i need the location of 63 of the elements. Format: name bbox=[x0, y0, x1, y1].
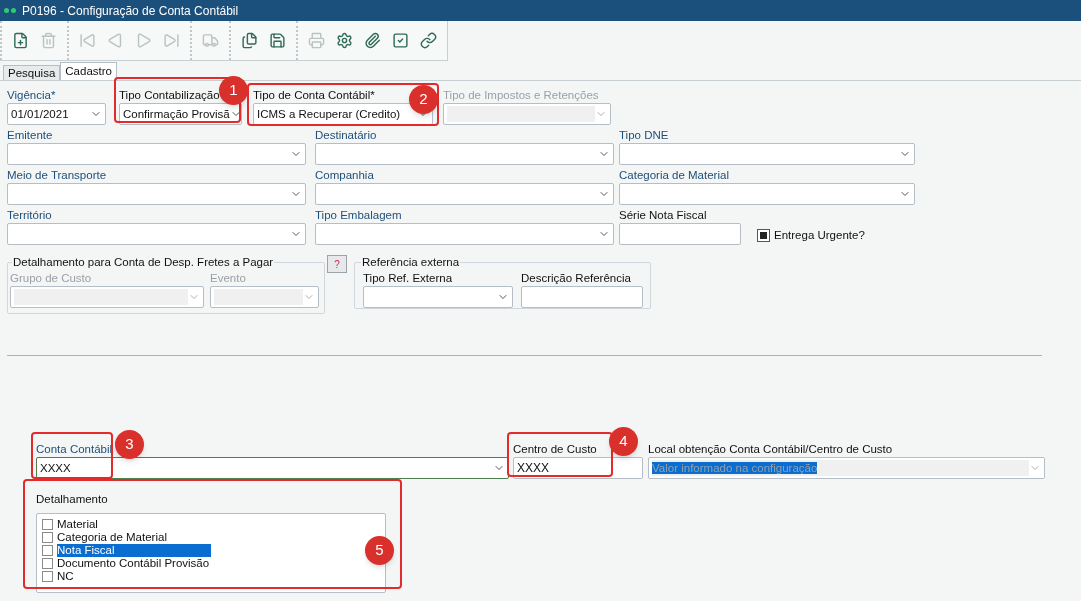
field-label: Meio de Transporte bbox=[7, 168, 107, 183]
checkbox-button[interactable] bbox=[391, 31, 410, 50]
checkbox[interactable] bbox=[42, 532, 53, 544]
field-label: Tipo Contabilização bbox=[119, 88, 220, 103]
step-badge: 4 bbox=[609, 427, 638, 456]
field-label: Evento bbox=[210, 271, 246, 287]
dropdown[interactable]: 01/01/2021 bbox=[7, 103, 106, 125]
field-label: Território bbox=[7, 208, 52, 223]
settings-button[interactable] bbox=[335, 31, 354, 50]
dropdown[interactable] bbox=[7, 223, 306, 245]
dropdown[interactable] bbox=[363, 286, 513, 309]
new-file-button[interactable] bbox=[11, 31, 30, 50]
group-title: Referência externa bbox=[361, 255, 461, 270]
field-label: Grupo de Custo bbox=[10, 271, 92, 287]
field-label: Tipo de Conta Contábil* bbox=[253, 88, 375, 103]
list-item[interactable]: Material bbox=[42, 518, 98, 532]
checkbox[interactable] bbox=[42, 571, 53, 583]
checkbox-label: Entrega Urgente? bbox=[774, 227, 865, 243]
checkbox[interactable] bbox=[757, 229, 770, 242]
field-label: Local obtenção Conta Contábil/Centro de Custo bbox=[648, 442, 893, 457]
field-label: Categoria de Material bbox=[619, 168, 729, 183]
dropdown[interactable] bbox=[7, 183, 306, 205]
field-label: Companhia bbox=[315, 168, 374, 183]
field-label: Destinatário bbox=[315, 128, 377, 143]
tab[interactable]: Cadastro bbox=[60, 62, 117, 80]
checkbox[interactable] bbox=[42, 519, 53, 531]
save-button[interactable] bbox=[268, 31, 287, 50]
list-item[interactable]: Categoria de Material bbox=[42, 531, 167, 545]
input-field[interactable] bbox=[619, 223, 741, 245]
group-title: Detalhamento para Conta de Desp. Fretes a Pagar bbox=[12, 255, 275, 270]
paperclip-button[interactable] bbox=[363, 31, 382, 50]
field-label: Tipo Ref. Externa bbox=[363, 271, 453, 287]
field-label: Centro de Custo bbox=[513, 442, 597, 457]
field-label: Conta Contábil bbox=[36, 442, 113, 457]
link-button[interactable] bbox=[419, 31, 438, 50]
help-button[interactable]: ? bbox=[327, 255, 347, 273]
list-item[interactable]: Documento Contábil Provisão bbox=[42, 557, 210, 571]
dropdown[interactable] bbox=[619, 183, 915, 205]
step-badge: 1 bbox=[219, 76, 248, 105]
field-label: Série Nota Fiscal bbox=[619, 208, 707, 223]
dropdown[interactable]: ICMS a Recuperar (Credito) bbox=[253, 103, 433, 125]
input-field[interactable]: XXXX bbox=[513, 457, 643, 479]
window-title: P0196 - Configuração de Conta Contábil bbox=[22, 2, 239, 20]
dropdown[interactable]: XXXX bbox=[36, 457, 509, 479]
documents-button[interactable] bbox=[240, 31, 259, 50]
checkbox[interactable] bbox=[42, 558, 53, 570]
checkbox[interactable] bbox=[42, 545, 53, 557]
field-label: Tipo Embalagem bbox=[315, 208, 402, 223]
step-badge: 3 bbox=[115, 430, 144, 459]
dropdown[interactable] bbox=[315, 143, 614, 165]
field-label: Descrição Referência bbox=[521, 271, 631, 287]
field-label: Vigência* bbox=[7, 88, 56, 103]
dropdown[interactable] bbox=[315, 223, 614, 245]
tab[interactable]: Pesquisa bbox=[3, 65, 61, 80]
field-label: Tipo de Impostos e Retenções bbox=[443, 88, 599, 103]
list-label: Detalhamento bbox=[36, 492, 109, 507]
input-field[interactable] bbox=[521, 286, 643, 309]
field-label: Tipo DNE bbox=[619, 128, 669, 143]
field-label: Emitente bbox=[7, 128, 53, 143]
list-item[interactable]: NC bbox=[42, 570, 74, 584]
dropdown[interactable] bbox=[619, 143, 915, 165]
dropdown[interactable] bbox=[315, 183, 614, 205]
dropdown[interactable] bbox=[7, 143, 306, 165]
